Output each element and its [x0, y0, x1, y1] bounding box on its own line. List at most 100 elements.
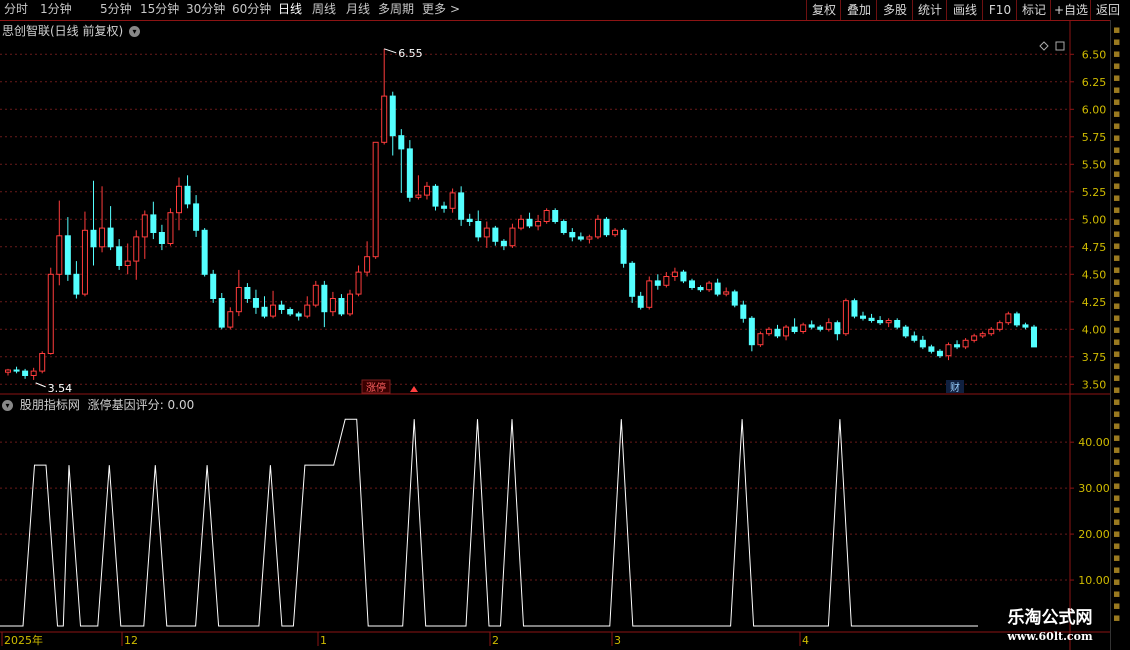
- candle-body: [449, 192, 456, 209]
- watermark-url: www.60lt.com: [1007, 630, 1093, 643]
- toolbar-button-2[interactable]: 多股: [876, 0, 913, 20]
- chevron-right-icon[interactable]: >: [450, 1, 460, 18]
- candle-body: [535, 221, 542, 227]
- candle-body: [270, 304, 277, 317]
- tab-timeframe-7[interactable]: 周线: [312, 1, 336, 18]
- toolbar-button-5[interactable]: F10: [982, 0, 1017, 20]
- indicator-tick-label: 10.00: [1078, 574, 1110, 587]
- time-tick-label: 2025年: [4, 633, 43, 647]
- candle-body: [116, 246, 123, 267]
- watermark: 乐淘公式网 www.60lt.com: [990, 606, 1110, 648]
- candle-body: [996, 322, 1003, 330]
- tab-timeframe-0[interactable]: 分时: [4, 1, 28, 18]
- toolbar-button-6[interactable]: 标记: [1016, 0, 1051, 20]
- price-tick-label: 6.25: [1082, 76, 1107, 89]
- candle-body: [261, 306, 268, 317]
- price-tick-label: 4.50: [1082, 268, 1107, 281]
- toolbar-button-8[interactable]: 返回: [1090, 0, 1125, 20]
- tab-timeframe-4[interactable]: 30分钟: [186, 1, 225, 18]
- candle-body: [629, 262, 636, 297]
- candle-body: [235, 287, 242, 313]
- candle-body: [748, 317, 755, 346]
- price-tick-label: 5.00: [1082, 213, 1107, 226]
- time-tick-label: 12: [124, 634, 138, 647]
- candle-body: [483, 227, 490, 238]
- candle-body: [389, 95, 396, 137]
- candle-body: [825, 322, 832, 330]
- candle-body: [842, 300, 849, 335]
- candle-body: [526, 218, 533, 227]
- price-tick-label: 3.75: [1082, 351, 1107, 364]
- toolbar-button-4[interactable]: 画线: [946, 0, 983, 20]
- up-triangle-icon: [410, 386, 418, 392]
- candle-body: [321, 284, 328, 313]
- candle-body: [141, 214, 148, 238]
- price-tick-label: 5.75: [1082, 131, 1107, 144]
- candle-body: [689, 280, 695, 288]
- candle-body: [637, 295, 644, 308]
- indicator-line: [0, 418, 978, 627]
- tab-timeframe-6[interactable]: 日线: [278, 1, 302, 18]
- candle-body: [30, 370, 37, 377]
- tab-timeframe-1[interactable]: 1分钟: [40, 1, 72, 18]
- candle-body: [81, 229, 88, 295]
- candle-body: [774, 328, 781, 337]
- candle-body: [304, 304, 311, 317]
- candle-body: [723, 291, 730, 295]
- low-pointer: [35, 382, 46, 388]
- candle-body: [47, 273, 54, 354]
- candle-body: [278, 304, 285, 311]
- stock-title: 思创智联(日线 前复权): [2, 24, 124, 38]
- candle-body: [817, 326, 824, 330]
- candle-body: [124, 260, 131, 267]
- time-tick-label: 1: [320, 634, 327, 647]
- diamond-icon: [1039, 41, 1049, 51]
- chevron-down-icon[interactable]: ▾: [2, 400, 13, 411]
- chevron-down-icon[interactable]: ▾: [129, 26, 141, 37]
- candle-body: [107, 227, 114, 248]
- toolbar-button-0[interactable]: 复权: [806, 0, 841, 20]
- tab-timeframe-8[interactable]: 月线: [346, 1, 370, 18]
- time-tick-label: 4: [802, 634, 809, 647]
- toolbar-button-3[interactable]: 统计: [912, 0, 947, 20]
- candle-body: [39, 353, 46, 372]
- candle-body: [244, 287, 251, 299]
- tab-timeframe-2[interactable]: 5分钟: [100, 1, 132, 18]
- candle-body: [740, 304, 747, 319]
- candle-body: [962, 339, 969, 348]
- candle-body: [560, 221, 567, 233]
- tab-timeframe-3[interactable]: 15分钟: [140, 1, 179, 18]
- tab-timeframe-10[interactable]: 更多: [422, 1, 446, 18]
- candle-body: [577, 236, 584, 240]
- candle-body: [936, 350, 943, 357]
- candle-body: [646, 280, 653, 308]
- price-tick-label: 4.25: [1082, 296, 1107, 309]
- candle-body: [714, 282, 721, 295]
- toolbar-button-7[interactable]: +自选: [1050, 0, 1091, 20]
- indicator-name: 涨停基因评分: [87, 398, 160, 412]
- price-tick-label: 3.50: [1082, 378, 1107, 391]
- tab-timeframe-9[interactable]: 多周期: [378, 1, 414, 18]
- indicator-tick-label: 30.00: [1078, 482, 1110, 495]
- candle-body: [458, 192, 465, 220]
- candle-body: [731, 291, 738, 306]
- candle-body: [552, 210, 559, 222]
- candle-body: [398, 135, 405, 150]
- candle-body: [492, 227, 499, 242]
- candle-body: [99, 227, 106, 248]
- indicator-tick-label: 20.00: [1078, 528, 1110, 541]
- candle-body: [1013, 313, 1020, 326]
- candle-body: [338, 298, 345, 315]
- candle-body: [176, 185, 182, 214]
- tab-timeframe-5[interactable]: 60分钟: [232, 1, 271, 18]
- candle-body: [911, 335, 918, 341]
- toolbar-button-1[interactable]: 叠加: [840, 0, 877, 20]
- candle-body: [133, 236, 140, 262]
- candle-body: [594, 218, 601, 238]
- candle-body: [612, 229, 619, 236]
- candle-body: [954, 344, 961, 348]
- price-tick-label: 4.00: [1082, 323, 1107, 336]
- candle-body: [979, 333, 986, 337]
- candle-body: [441, 205, 448, 209]
- candle-body: [381, 95, 388, 143]
